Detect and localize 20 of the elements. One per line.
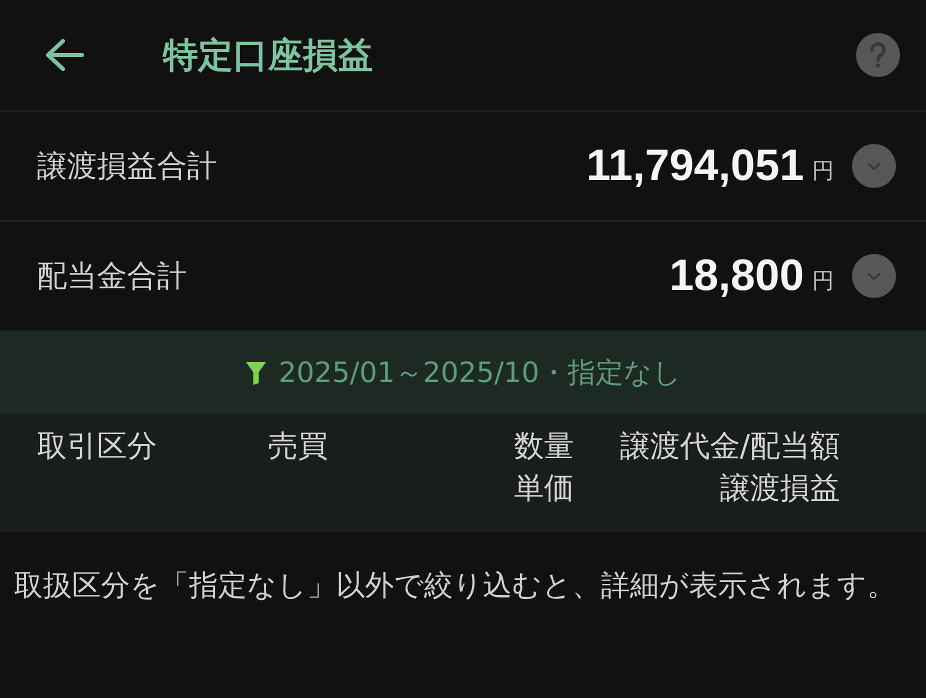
expand-button[interactable] bbox=[852, 144, 896, 188]
column-header: 取引区分 bbox=[37, 428, 157, 466]
currency-unit: 円 bbox=[812, 158, 834, 186]
help-icon[interactable] bbox=[856, 33, 900, 77]
empty-message: 取扱区分を「指定なし」以外で絞り込むと、詳細が表示されます。 bbox=[14, 568, 896, 602]
currency-unit: 円 bbox=[812, 268, 834, 296]
column-header: 数量 bbox=[514, 428, 574, 466]
column-header: 譲渡代金/配当額 bbox=[620, 428, 840, 466]
amount-value: 11,794,051 bbox=[586, 141, 804, 191]
back-arrow-icon[interactable] bbox=[44, 38, 84, 72]
amount-value: 18,800 bbox=[669, 251, 804, 301]
filter-button[interactable]: 2025/01～2025/10・指定なし bbox=[0, 332, 926, 414]
filter-icon bbox=[244, 360, 267, 386]
expand-button[interactable] bbox=[852, 254, 896, 298]
page-title: 特定口座損益 bbox=[163, 34, 373, 78]
summary-label: 譲渡損益合計 bbox=[37, 148, 217, 186]
column-header: 単価 bbox=[514, 470, 574, 508]
column-header: 売買 bbox=[268, 428, 328, 466]
column-header: 譲渡損益 bbox=[720, 470, 840, 508]
summary-label: 配当金合計 bbox=[37, 258, 187, 296]
